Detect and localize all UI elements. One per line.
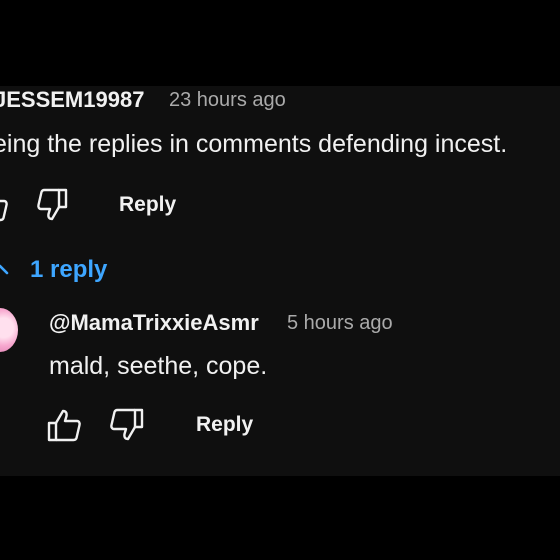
comment: JESSEM19987 23 hours ago eing the replie…	[0, 86, 560, 226]
comment-text: eing the replies in comments defending i…	[0, 130, 508, 158]
avatar-icon[interactable]	[0, 308, 18, 352]
thumbs-up-icon[interactable]	[47, 408, 83, 442]
comment-timestamp[interactable]: 23 hours ago	[169, 89, 286, 112]
replies-count-label[interactable]: 1 reply	[30, 256, 107, 284]
reply-comment: @MamaTrixxieAsmr 5 hours ago mald, seeth…	[0, 300, 560, 470]
thumbs-down-icon[interactable]	[108, 408, 144, 442]
replies-toggle[interactable]: 1 reply	[0, 252, 190, 288]
comment-reply-button[interactable]: Reply	[119, 193, 176, 217]
reply-timestamp[interactable]: 5 hours ago	[287, 312, 393, 335]
comments-panel: JESSEM19987 23 hours ago eing the replie…	[0, 86, 560, 476]
reply-text: mald, seethe, cope.	[49, 352, 268, 380]
chevron-up-icon	[0, 260, 10, 280]
thumbs-down-icon[interactable]	[32, 188, 68, 222]
thumbs-up-icon[interactable]	[0, 188, 8, 222]
comment-author[interactable]: JESSEM19987	[0, 87, 144, 113]
reply-reply-button[interactable]: Reply	[196, 413, 253, 437]
reply-author[interactable]: @MamaTrixxieAsmr	[49, 310, 259, 336]
